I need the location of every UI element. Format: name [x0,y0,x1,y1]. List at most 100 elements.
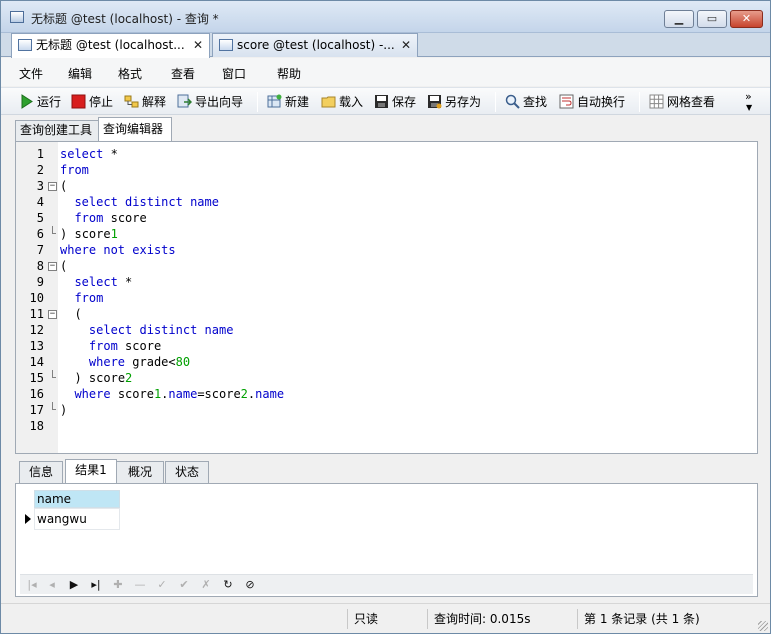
load-label: 载入 [339,95,364,109]
load-button[interactable]: 载入 [321,93,363,111]
cancel-changes-icon[interactable]: ✗ [198,577,214,593]
code-line[interactable]: 9 select * [16,274,756,290]
code-line[interactable]: 17) [16,402,756,418]
line-number: 16 [29,387,44,401]
explain-button[interactable]: 解释 [124,93,166,111]
close-tab-icon[interactable]: ✕ [401,34,411,56]
code-line[interactable]: 13 from score [16,338,756,354]
explain-icon [124,95,139,108]
toolbar-dropdown-icon[interactable]: ▼ [746,99,752,117]
close-window-button[interactable]: ✕ [730,10,763,28]
maximize-button[interactable]: ▭ [697,10,727,28]
add-record-icon[interactable]: ✚ [110,577,126,593]
code-text: select distinct name [74,195,219,209]
stop-refresh-icon[interactable]: ⊘ [242,577,258,593]
word-wrap-icon [559,94,574,109]
code-line[interactable]: 12 select distinct name [16,322,756,338]
line-number: 12 [29,323,44,337]
save-as-button[interactable]: 另存为 [427,93,481,111]
stop-button[interactable]: 停止 [71,93,113,111]
code-line[interactable]: 8−( [16,258,756,274]
tab-result1[interactable]: 结果1 [65,459,117,484]
app-icon [10,11,24,23]
export-wizard-button[interactable]: 导出向导 [177,93,243,111]
code-line[interactable]: 18 [16,418,756,434]
table-icon [219,39,233,51]
prev-record-icon[interactable]: ◂ [44,577,60,593]
menu-format[interactable]: 格式 [118,65,142,82]
grid-view-button[interactable]: 网格查看 [649,93,715,111]
code-line[interactable]: 1 select * [16,146,756,162]
code-line[interactable]: 4 select distinct name [16,194,756,210]
column-header-name[interactable]: name [34,490,120,508]
stop-icon [71,94,86,109]
menu-help[interactable]: 帮助 [277,65,301,82]
close-tab-icon[interactable]: ✕ [193,34,203,56]
toolbar-separator [639,92,640,112]
code-text: select * [60,147,118,161]
sql-editor[interactable]: 1 select * 2 from 3−(4 select distinct name 5… [15,141,758,454]
record-count-status: 第 1 条记录 (共 1 条) [577,609,757,629]
menu-view[interactable]: 查看 [171,65,195,82]
menu-window[interactable]: 窗口 [222,65,246,82]
tab-status[interactable]: 状态 [165,461,209,483]
tab-profile[interactable]: 概况 [116,461,164,483]
code-line[interactable]: 11− ( [16,306,756,322]
save-button[interactable]: 保存 [374,93,416,111]
refresh-icon[interactable]: ↻ [220,577,236,593]
code-text: select distinct name [88,323,234,337]
menu-edit[interactable]: 编辑 [68,65,92,82]
code-line[interactable]: 15 ) score2 [16,370,756,386]
tab-query-builder[interactable]: 查询创建工具 [15,120,99,141]
minimize-button[interactable]: ▁ [664,10,694,28]
doc-tab-score[interactable]: score @test (localhost) -... ✕ [212,33,418,57]
tab-query-editor[interactable]: 查询编辑器 [98,117,172,141]
last-record-icon[interactable]: ▸| [88,577,104,593]
fold-toggle-icon[interactable]: − [48,262,57,271]
fold-toggle-icon[interactable]: − [48,310,57,319]
code-line[interactable]: 16 where score1.name=score2.name [16,386,756,402]
delete-record-icon[interactable]: — [132,577,148,593]
grid-icon [649,94,664,109]
doc-tab-untitled[interactable]: 无标题 @test (localhost... ✕ [11,33,210,58]
code-line[interactable]: 14 where grade<80 [16,354,756,370]
code-text: from [74,291,104,305]
code-line[interactable]: 6) score1 [16,226,756,242]
row-selector[interactable] [22,508,34,530]
code-text: from score [74,211,147,225]
line-number: 11 [29,307,44,321]
result-panel: name wangwu |◂ ◂ ▶ ▸| ✚ — ✓ ✔ ✗ ↻ ⊘ [15,483,758,597]
doc-tab-label: score @test (localhost) -... [237,38,395,52]
word-wrap-button[interactable]: 自动换行 [559,93,625,111]
first-record-icon[interactable]: |◂ [24,577,40,593]
fold-end-marker [52,402,56,410]
code-line[interactable]: 10 from [16,290,756,306]
run-label: 运行 [37,95,62,109]
tab-info[interactable]: 信息 [19,461,63,483]
resize-grip-icon[interactable] [758,621,768,631]
find-button[interactable]: 查找 [505,93,547,111]
code-line[interactable]: 3−( [16,178,756,194]
toolbar: 运行 停止 解释 导出向导 新建 载入 保存 另存为 查找 自动换行 网格查看 … [1,87,770,115]
code-text: where score1.name=score2.name [74,387,285,401]
code-text: ( [74,307,82,321]
query-icon [18,39,32,51]
current-row-icon [25,514,31,524]
code-text: select * [74,275,133,289]
table-cell[interactable]: wangwu [34,508,120,530]
new-button[interactable]: 新建 [267,93,309,111]
export-icon [177,94,192,108]
code-line[interactable]: 2 from [16,162,756,178]
code-line[interactable]: 7 where not exists [16,242,756,258]
status-bar: 只读 查询时间: 0.015s 第 1 条记录 (共 1 条) [1,603,770,633]
code-line[interactable]: 5 from score [16,210,756,226]
menu-file[interactable]: 文件 [19,65,43,82]
run-button[interactable]: 运行 [19,93,61,111]
edit-record-icon[interactable]: ✓ [154,577,170,593]
code-text: ( [60,259,68,273]
toolbar-separator [495,92,496,112]
next-record-icon[interactable]: ▶ [66,577,82,593]
code-text: ( [60,179,68,193]
fold-toggle-icon[interactable]: − [48,182,57,191]
apply-changes-icon[interactable]: ✔ [176,577,192,593]
